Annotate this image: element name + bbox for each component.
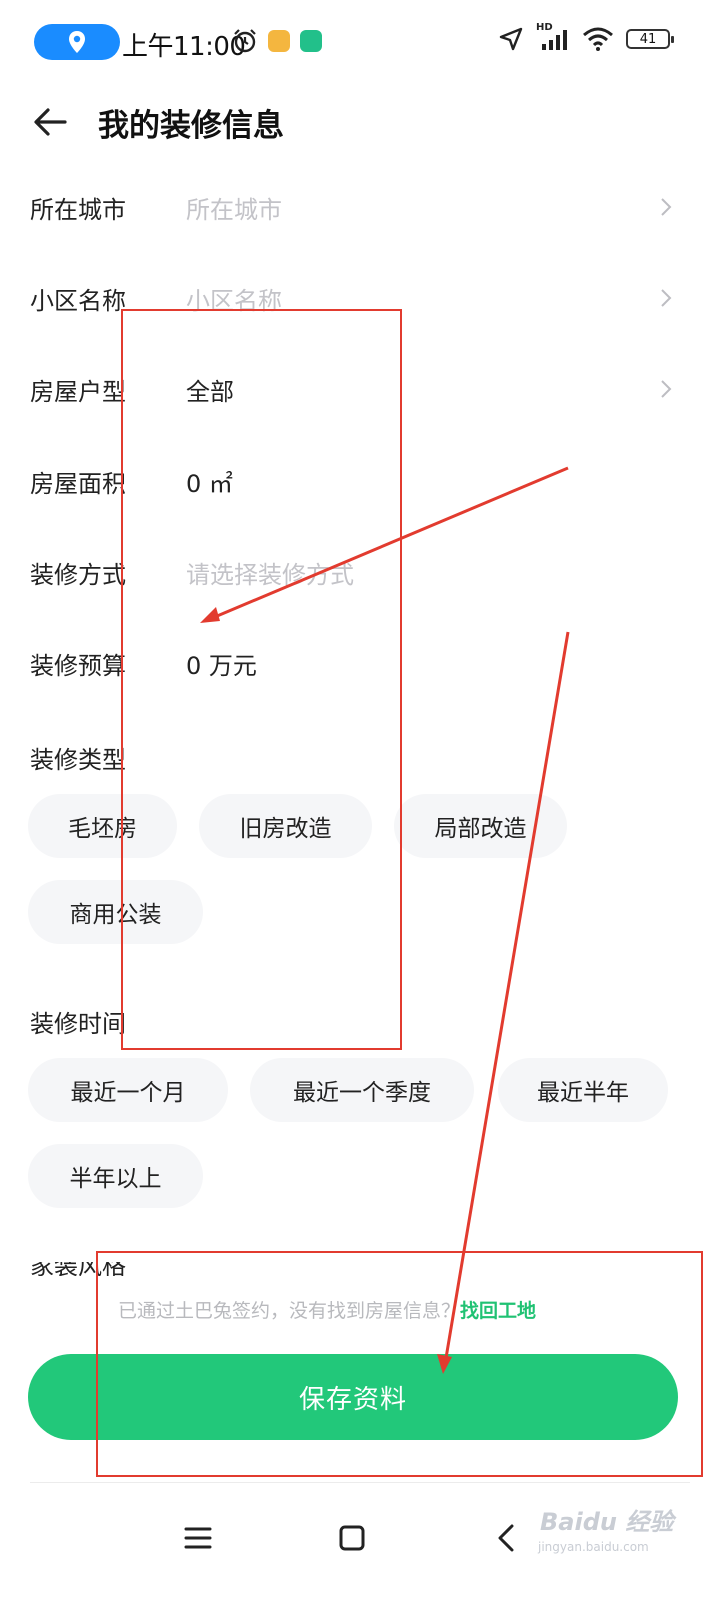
budget-row[interactable]: 装修预算 0 万元	[0, 633, 720, 693]
page-header: 我的装修信息	[0, 92, 720, 152]
back-button[interactable]	[28, 100, 72, 144]
shield-app-icon	[300, 30, 322, 52]
location-indicator	[34, 24, 120, 60]
city-field[interactable]: 所在城市	[186, 190, 282, 225]
house-type-label: 房屋户型	[30, 377, 126, 406]
community-row[interactable]: 小区名称 小区名称	[0, 268, 720, 328]
time-chip-month[interactable]: 最近一个月	[28, 1058, 228, 1122]
battery-icon: 41	[626, 29, 674, 49]
community-field[interactable]: 小区名称	[186, 281, 282, 316]
app-notification-icon	[268, 30, 290, 52]
home-button[interactable]	[322, 1508, 382, 1568]
recover-site-link[interactable]: 找回工地	[460, 1300, 536, 1322]
wifi-icon	[583, 27, 613, 51]
watermark-url: jingyan.baidu.com	[538, 1540, 649, 1554]
method-label: 装修方式	[30, 560, 126, 589]
recover-hint: 已通过土巴兔签约，没有找到房屋信息？找回工地	[118, 1296, 536, 1323]
type-chip-commercial[interactable]: 商用公装	[28, 880, 203, 944]
area-label: 房屋面积	[30, 469, 126, 498]
status-bar: 上午11:00 HD 41	[0, 0, 720, 80]
menu-button[interactable]	[168, 1508, 228, 1568]
time-chip-quarter[interactable]: 最近一个季度	[250, 1058, 474, 1122]
arrow-left-icon	[34, 108, 67, 136]
signal-icon: HD	[536, 22, 570, 52]
city-row[interactable]: 所在城市 所在城市	[0, 177, 720, 237]
annotation-arrowhead-1	[200, 607, 220, 623]
chevron-right-icon	[660, 377, 676, 401]
city-label: 所在城市	[30, 195, 126, 224]
house-type-row[interactable]: 房屋户型 全部	[0, 359, 720, 419]
annotation-arrow-2	[443, 631, 570, 1365]
chevron-right-icon	[660, 286, 676, 310]
method-row[interactable]: 装修方式 请选择装修方式	[0, 542, 720, 602]
budget-label: 装修预算	[30, 651, 126, 680]
time-chip-over-half-year[interactable]: 半年以上	[28, 1144, 203, 1208]
area-input[interactable]: 0 ㎡	[186, 464, 233, 499]
status-time: 上午11:00	[122, 32, 246, 62]
home-square-icon	[339, 1525, 365, 1551]
page-title: 我的装修信息	[98, 108, 284, 144]
renovation-time-label: 装修时间	[30, 1010, 126, 1038]
community-label: 小区名称	[30, 286, 126, 315]
budget-input[interactable]: 0 万元	[186, 646, 257, 681]
time-chip-half-year[interactable]: 最近半年	[498, 1058, 668, 1122]
save-button[interactable]: 保存资料	[28, 1354, 678, 1440]
renovation-type-label: 装修类型	[30, 746, 126, 774]
hint-text: 已通过土巴兔签约，没有找到房屋信息？	[118, 1300, 461, 1322]
chevron-right-icon	[660, 195, 676, 219]
menu-icon	[184, 1527, 212, 1549]
style-section-label: 家装风格	[30, 1262, 126, 1276]
nav-back-button[interactable]	[476, 1508, 536, 1568]
navigation-arrow-icon	[499, 27, 523, 51]
watermark-logo: Baidu 经验	[540, 1508, 674, 1536]
area-row[interactable]: 房屋面积 0 ㎡	[0, 451, 720, 511]
battery-level: 41	[639, 31, 657, 47]
type-chip-partial[interactable]: 局部改造	[394, 794, 567, 858]
type-chip-old-house[interactable]: 旧房改造	[199, 794, 372, 858]
house-type-value[interactable]: 全部	[186, 372, 234, 407]
chevron-left-icon	[498, 1524, 514, 1552]
method-select[interactable]: 请选择装修方式	[186, 555, 354, 590]
location-pin-icon	[69, 31, 85, 53]
alarm-icon	[234, 29, 256, 53]
nav-divider	[30, 1482, 690, 1483]
type-chip-rough[interactable]: 毛坯房	[28, 794, 177, 858]
